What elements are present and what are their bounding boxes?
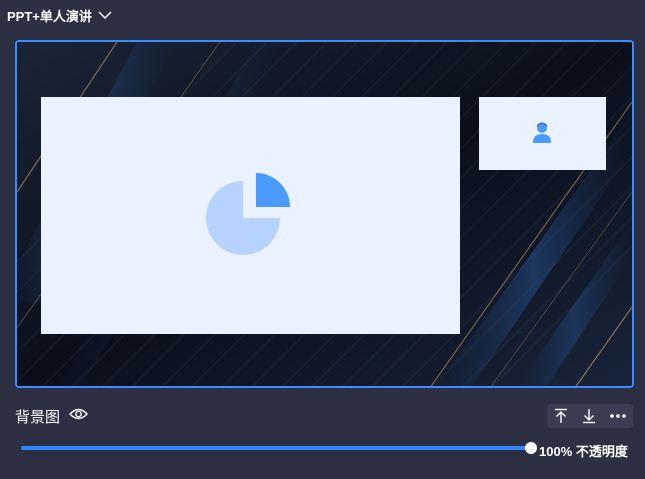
layer-toolbar — [547, 404, 633, 428]
speaker-area[interactable] — [479, 97, 606, 170]
slide-area[interactable] — [41, 97, 460, 334]
layout-preview[interactable] — [15, 40, 634, 388]
layout-selector-label: PPT+单人演讲 — [7, 8, 92, 24]
opacity-slider-thumb[interactable] — [525, 442, 537, 454]
pie-chart-icon — [206, 173, 290, 255]
opacity-value: 100% — [539, 444, 573, 459]
move-to-top-icon[interactable] — [554, 408, 568, 424]
chevron-down-icon — [98, 10, 112, 20]
more-icon[interactable] — [610, 414, 626, 418]
layout-selector[interactable]: PPT+单人演讲 — [7, 6, 112, 24]
background-layer-label: 背景图 — [15, 409, 61, 426]
opacity-slider[interactable] — [21, 441, 537, 455]
opacity-readout: 100% 不透明度 — [539, 441, 628, 460]
opacity-slider-track[interactable] — [21, 446, 531, 450]
background-layer-row: 背景图 — [15, 404, 633, 428]
eye-icon[interactable] — [69, 407, 88, 426]
move-to-bottom-icon[interactable] — [582, 408, 596, 424]
opacity-label: 不透明度 — [575, 444, 628, 459]
person-icon — [533, 122, 551, 143]
